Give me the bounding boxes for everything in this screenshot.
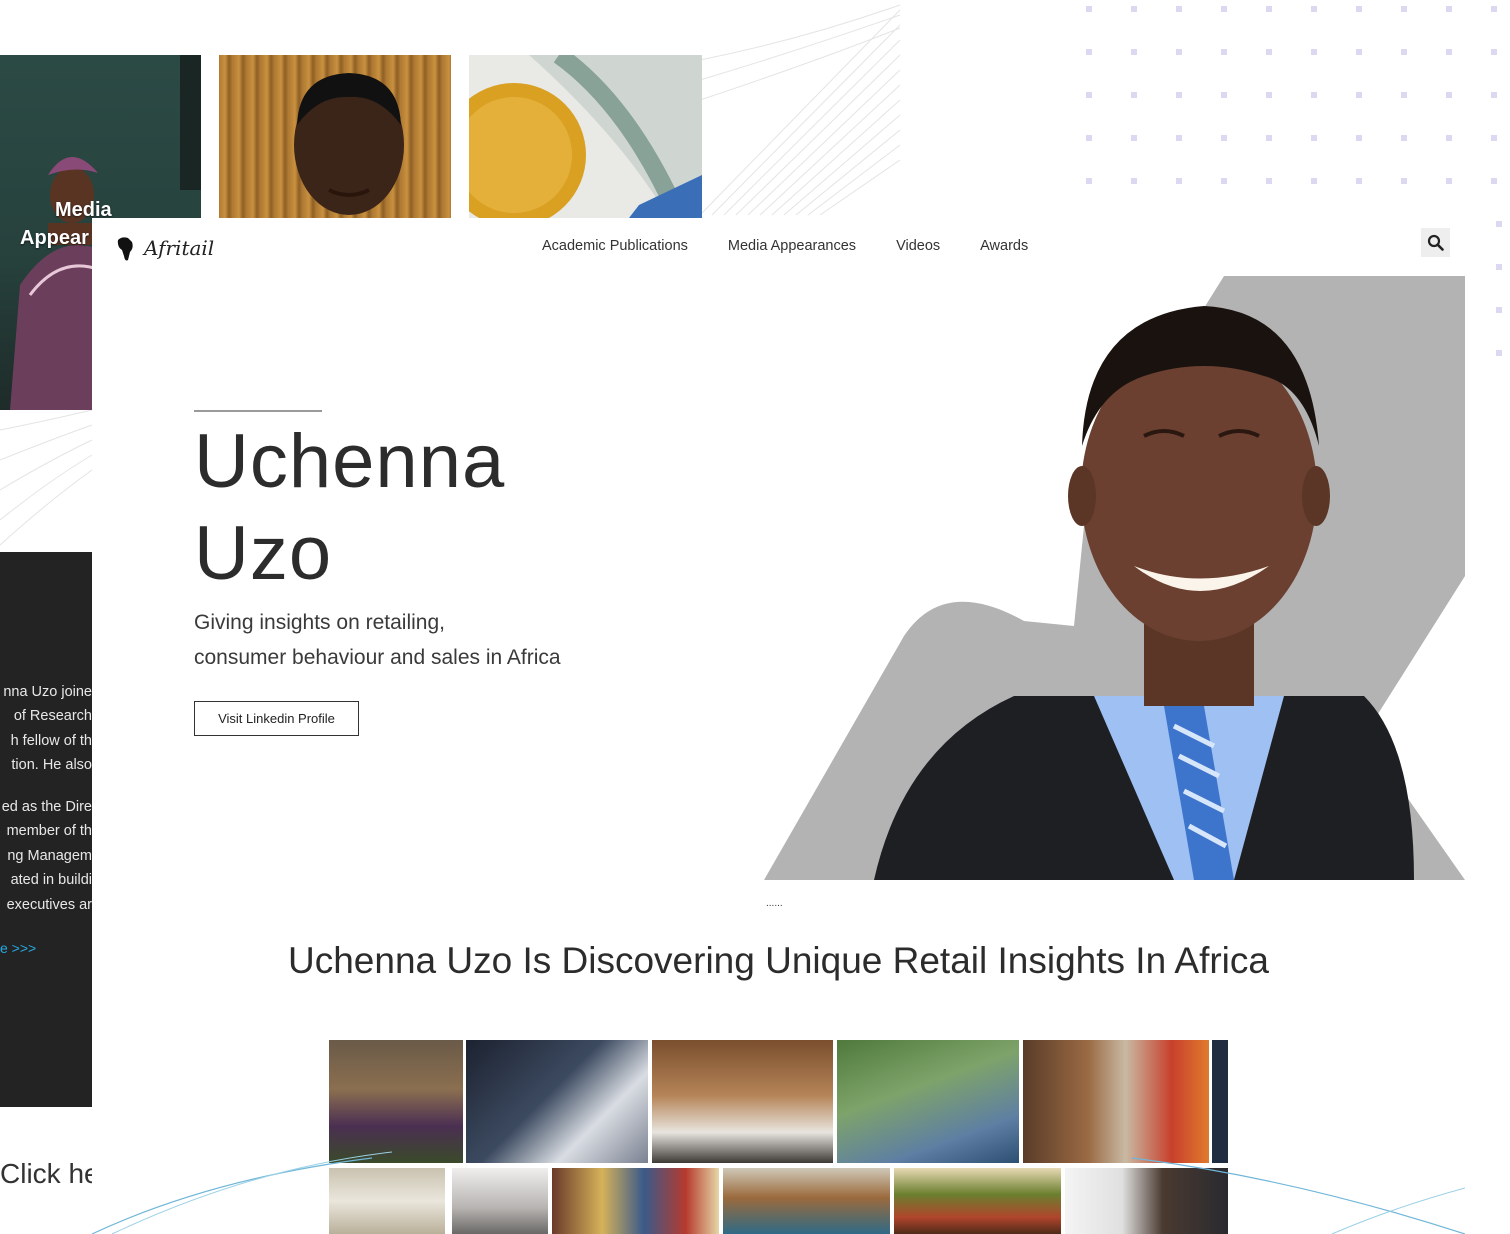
awards-tile[interactable] [469, 55, 702, 218]
nav-academic-publications[interactable]: Academic Publications [542, 238, 688, 254]
bio-text-line: ed as the Dire [1, 799, 92, 815]
bio-text-line: ng Managem [7, 848, 92, 864]
title-accent-rule [194, 410, 322, 412]
click-here-link[interactable]: Click he [0, 1158, 92, 1190]
nav-media-appearances[interactable]: Media Appearances [728, 238, 856, 254]
bio-text-line: tion. He also [11, 757, 92, 773]
media-tile-caption-2: Appear [20, 227, 89, 249]
biography-panel: nna Uzo joine of Research h fellow of th… [0, 552, 92, 1107]
bio-text-line: h fellow of th [10, 733, 92, 749]
bio-text-line: ated in buildi [10, 872, 92, 888]
logo-wordmark: Afritail [142, 236, 214, 260]
hero-tagline-line-1: Giving insights on retailing, [194, 611, 445, 634]
nav-awards[interactable]: Awards [980, 238, 1028, 254]
homepage-preview-card: Afritail Academic Publications Media App… [92, 218, 1465, 1234]
hero-tagline-line-2: consumer behaviour and sales in Africa [194, 646, 561, 669]
hero-name: Uchenna Uzo [194, 416, 505, 600]
search-button[interactable] [1421, 228, 1450, 257]
nav-videos[interactable]: Videos [896, 238, 940, 254]
section-heading: Uchenna Uzo Is Discovering Unique Retail… [288, 940, 1269, 981]
bio-text-line: nna Uzo joine [3, 684, 92, 700]
hero-tagline: Giving insights on retailing, consumer b… [194, 605, 561, 675]
bio-text-line: of Research [13, 708, 92, 724]
hero-name-last: Uzo [194, 511, 333, 596]
africa-map-icon: Afritail [117, 236, 214, 261]
main-nav: Academic Publications Media Appearances … [542, 238, 1028, 254]
afritail-logo[interactable]: Afritail [114, 232, 214, 264]
bio-text-line: executives ar [6, 897, 92, 913]
search-icon [1427, 234, 1444, 251]
hero-name-first: Uchenna [194, 419, 506, 504]
read-more-link[interactable]: e >>> [0, 940, 36, 956]
visit-linkedin-button[interactable]: Visit Linkedin Profile [194, 701, 359, 736]
award-certificate-photo [469, 55, 702, 218]
bio-text-line: member of th [6, 823, 92, 839]
video-tile[interactable] [219, 55, 451, 218]
interview-photo [294, 73, 404, 215]
bottom-wave-lines [92, 1151, 1465, 1234]
hero-portrait [764, 276, 1465, 880]
carousel-dots[interactable]: ...... [766, 898, 783, 909]
